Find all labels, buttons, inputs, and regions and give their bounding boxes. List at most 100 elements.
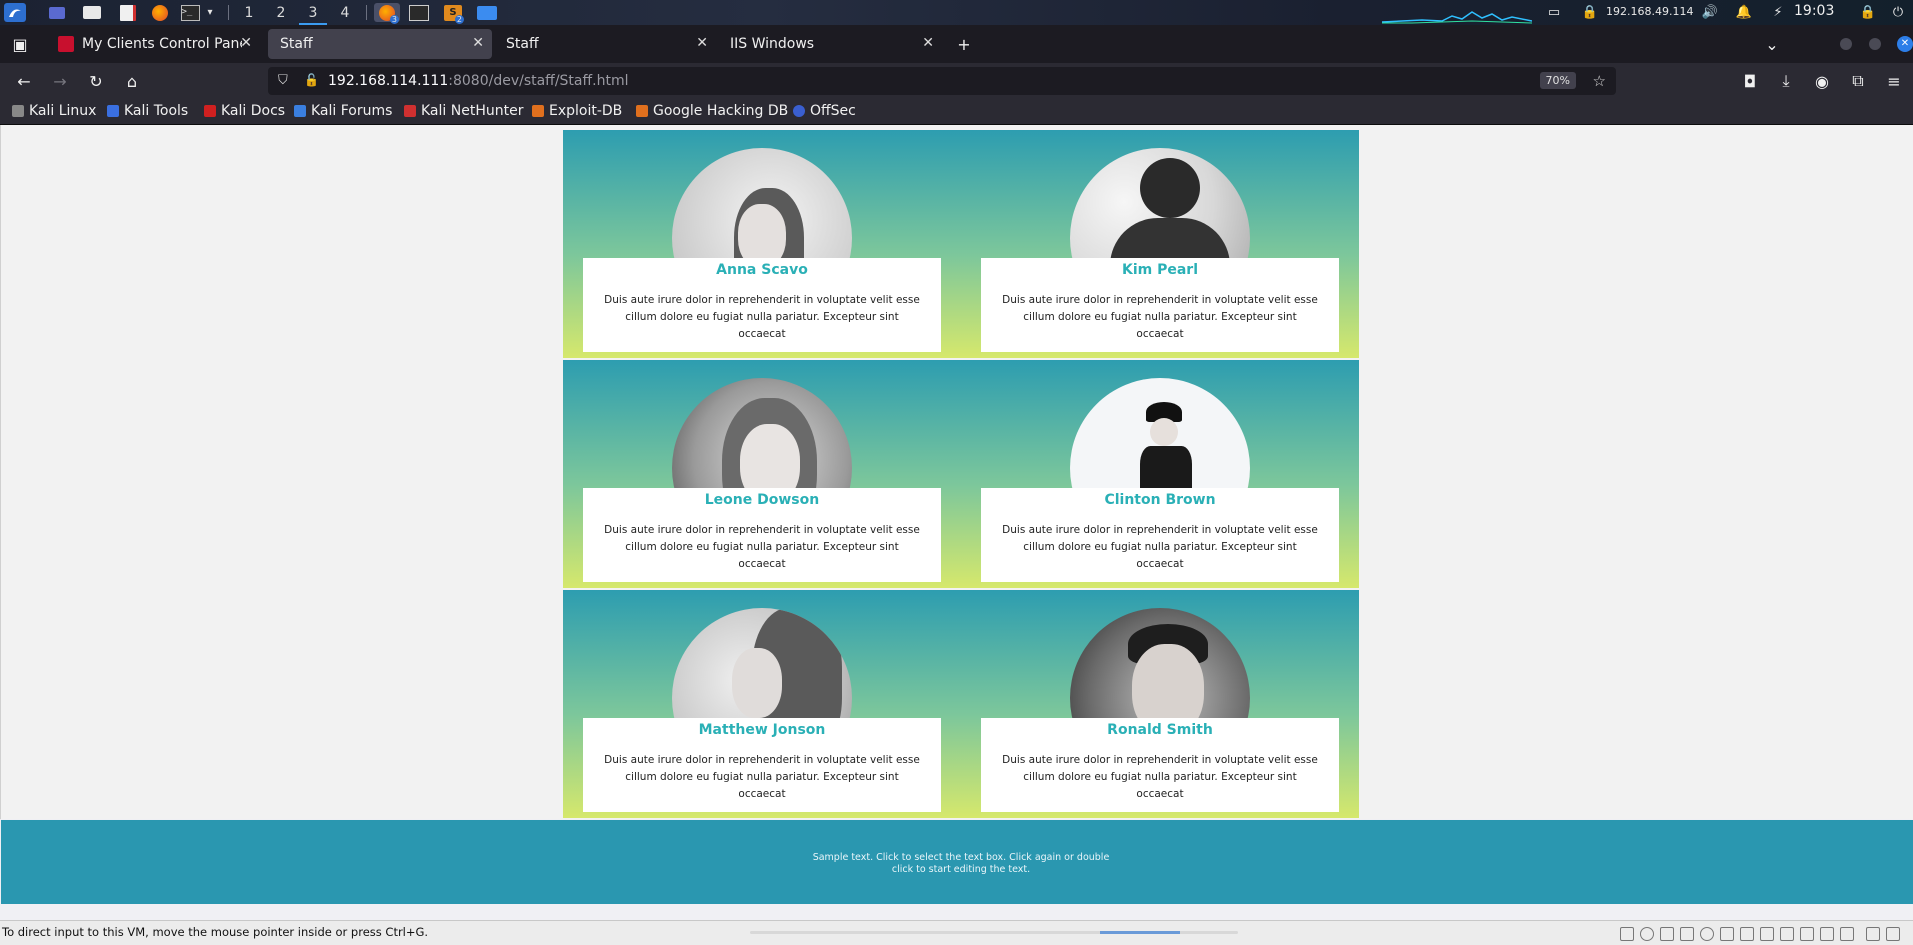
volume-icon[interactable]: 🔊 [1702, 4, 1718, 20]
bookmark-label: Kali Linux [29, 103, 97, 119]
staff-description: Duis aute irure dolor in reprehenderit i… [604, 754, 920, 800]
optical-drive-icon[interactable] [1640, 927, 1654, 941]
insecure-lock-icon[interactable]: 🔓 [304, 73, 319, 87]
audio-icon[interactable] [1680, 927, 1694, 941]
network-adapter-icon[interactable] [1660, 927, 1674, 941]
tab-favicon [58, 36, 74, 52]
window-icon[interactable]: ▭ [1546, 4, 1562, 20]
bookmark-kali-docs[interactable]: Kali Docs [204, 103, 285, 119]
home-icon[interactable]: ⌂ [122, 71, 142, 91]
recording-icon[interactable] [1780, 927, 1794, 941]
workspace-3[interactable]: 3 [299, 2, 327, 25]
staff-name: Kim Pearl [1121, 262, 1198, 278]
close-tab-icon[interactable]: ✕ [472, 35, 484, 51]
close-tab-icon[interactable]: ✕ [922, 35, 934, 51]
bookmark-kali-nethunter[interactable]: Kali NetHunter [404, 103, 523, 119]
hamburger-menu-icon[interactable]: ≡ [1884, 71, 1904, 91]
footer-text[interactable]: Sample text. Click to select the text bo… [811, 852, 1111, 876]
bookmark-label: Exploit-DB [549, 103, 623, 119]
firefox-view-icon[interactable]: ▣ [10, 34, 30, 54]
bookmark-star-icon[interactable]: ☆ [1593, 72, 1606, 90]
downloads-icon[interactable]: ⤓ [1776, 71, 1796, 91]
printer-icon[interactable] [1720, 927, 1734, 941]
staff-info-box: Kim Pearl Duis aute irure dolor in repre… [981, 258, 1339, 352]
workspace-1[interactable]: 1 [235, 2, 263, 23]
text-editor-icon[interactable] [118, 3, 138, 22]
list-tabs-chevron-icon[interactable]: ⌄ [1762, 34, 1782, 54]
resize-icon[interactable] [1886, 927, 1900, 941]
kali-tools-icon [107, 105, 119, 117]
url-host: 192.168.114.111 [328, 73, 449, 89]
forward-icon[interactable]: → [50, 71, 70, 91]
navigation-bar: ← → ↻ ⌂ ⛉ 🔓 192.168.114.111:8080/dev/sta… [0, 63, 1913, 99]
tab-iis-windows[interactable]: IIS Windows ✕ [720, 29, 942, 59]
usb-icon[interactable] [1700, 927, 1714, 941]
file-manager-icon[interactable] [82, 3, 102, 22]
tab-staff[interactable]: Staff ✕ [494, 29, 716, 59]
url-text[interactable]: 192.168.114.111:8080/dev/staff/Staff.htm… [328, 73, 628, 89]
hard-disk-icon[interactable] [1620, 927, 1634, 941]
firefox-launcher-icon[interactable] [150, 3, 170, 22]
firefox-taskbar-icon[interactable]: 3 [374, 3, 400, 24]
window-count-badge: 3 [389, 15, 399, 24]
host-key-icon[interactable] [1866, 927, 1880, 941]
bookmark-label: Kali Forums [311, 103, 393, 119]
chevron-down-icon[interactable]: ▾ [204, 3, 216, 22]
bookmark-kali-linux[interactable]: Kali Linux [12, 103, 96, 119]
ghdb-icon [636, 105, 648, 117]
kali-dragon-icon [12, 105, 24, 117]
minimize-window-icon[interactable] [1840, 38, 1852, 50]
reload-icon[interactable]: ↻ [86, 71, 106, 91]
staff-info-box: Ronald Smith Duis aute irure dolor in re… [981, 718, 1339, 812]
desktop-icon[interactable] [48, 3, 66, 22]
staff-card: Kim Pearl Duis aute irure dolor in repre… [981, 130, 1339, 358]
back-icon[interactable]: ← [14, 71, 34, 91]
nethunter-icon [404, 105, 416, 117]
burp-taskbar-icon[interactable]: S 2 [442, 3, 464, 24]
kali-menu-icon[interactable] [4, 3, 26, 22]
workspace-2[interactable]: 2 [267, 2, 295, 23]
bookmark-offsec[interactable]: OffSec [793, 103, 856, 119]
bookmark-kali-forums[interactable]: Kali Forums [294, 103, 392, 119]
terminal-launcher-icon[interactable]: >_ [180, 3, 200, 22]
staff-card: Anna Scavo Duis aute irure dolor in repr… [583, 130, 941, 358]
tab-my-clients[interactable]: My Clients Control Panel ✕ [48, 29, 260, 59]
tab-bar: ▣ My Clients Control Panel ✕ Staff ✕ Sta… [0, 25, 1913, 63]
tab-staff-active[interactable]: Staff ✕ [268, 29, 492, 59]
folder-taskbar-icon[interactable] [476, 3, 498, 22]
staff-info-box: Leone Dowson Duis aute irure dolor in re… [583, 488, 941, 582]
new-tab-icon[interactable]: + [954, 34, 974, 54]
account-icon[interactable]: ◉ [1812, 71, 1832, 91]
staff-name: Ronald Smith [1107, 722, 1213, 738]
bookmark-kali-tools[interactable]: Kali Tools [107, 103, 188, 119]
terminal-taskbar-icon[interactable] [408, 3, 430, 22]
close-tab-icon[interactable]: ✕ [240, 35, 252, 51]
workspace-4[interactable]: 4 [331, 2, 359, 23]
extensions-icon[interactable]: ⧉ [1848, 71, 1868, 91]
close-window-icon[interactable]: ✕ [1897, 36, 1913, 52]
vpn-lock-icon[interactable]: 🔒 [1582, 4, 1598, 20]
mouse-integration-icon[interactable] [1800, 927, 1814, 941]
lock-screen-icon[interactable]: 🔒 [1860, 4, 1876, 20]
pocket-icon[interactable]: ◘ [1740, 71, 1760, 91]
panel-separator [228, 5, 229, 20]
maximize-window-icon[interactable] [1869, 38, 1881, 50]
zoom-level[interactable]: 70% [1539, 72, 1576, 89]
settings-icon[interactable] [1840, 927, 1854, 941]
bookmark-google-hacking-db[interactable]: Google Hacking DB [636, 103, 788, 119]
ip-address: 192.168.49.114 [1606, 5, 1694, 18]
keyboard-icon[interactable] [1820, 927, 1834, 941]
display-icon[interactable] [1760, 927, 1774, 941]
power-status-icon[interactable]: ⚡ [1770, 4, 1786, 20]
close-tab-icon[interactable]: ✕ [696, 35, 708, 51]
logout-icon[interactable]: ⏻ [1890, 4, 1906, 20]
staff-name: Leone Dowson [704, 492, 820, 508]
url-bar[interactable]: ⛉ 🔓 192.168.114.111:8080/dev/staff/Staff… [268, 67, 1616, 95]
shield-icon[interactable]: ⛉ [278, 73, 288, 88]
staff-name: Anna Scavo [716, 262, 808, 278]
bookmark-exploit-db[interactable]: Exploit-DB [532, 103, 622, 119]
network-graph [1381, 8, 1533, 24]
notification-bell-icon[interactable]: 🔔 [1736, 4, 1752, 20]
window-count-badge: 2 [454, 15, 464, 24]
shared-folder-icon[interactable] [1740, 927, 1754, 941]
